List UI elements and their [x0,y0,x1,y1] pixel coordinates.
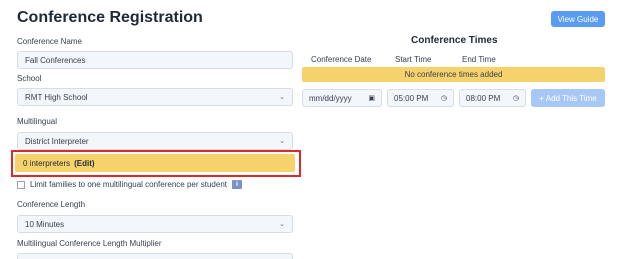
multiplier-label: Multilingual Conference Length Multiplie… [17,239,162,248]
conference-times-title: Conference Times [411,35,498,46]
conference-name-value: Fall Conferences [25,55,86,65]
end-time-input[interactable]: 08:00 PM ◷ [459,89,526,107]
info-icon[interactable]: i [232,180,242,189]
limit-families-row: Limit families to one multilingual confe… [17,180,242,189]
no-times-message: No conference times added [302,67,605,82]
multilingual-select[interactable]: District Interpreter ⌄ [17,132,293,150]
interpreters-edit-link[interactable]: (Edit) [74,159,94,168]
conference-length-value: 10 Minutes [25,219,65,229]
column-header-date: Conference Date [311,55,372,64]
limit-families-checkbox[interactable] [17,180,25,189]
start-time-value: 05:00 PM [394,93,429,103]
end-time-value: 08:00 PM [466,93,501,103]
chevron-down-icon: ⌄ [279,94,285,101]
school-value: RMT High School [25,92,88,102]
conference-length-label: Conference Length [17,200,86,209]
conference-date-value: mm/dd/yyyy [309,93,352,103]
multilingual-value: District Interpreter [25,136,89,146]
conference-name-input[interactable]: Fall Conferences [17,51,293,69]
column-header-start: Start Time [395,55,432,64]
view-guide-button[interactable]: View Guide [551,11,605,27]
limit-families-label: Limit families to one multilingual confe… [30,180,227,189]
chevron-down-icon: ⌄ [279,138,285,145]
school-label: School [17,74,42,83]
chevron-down-icon: ⌄ [279,221,285,228]
clock-icon[interactable]: ◷ [441,94,447,102]
multiplier-input[interactable] [17,253,293,259]
conference-date-input[interactable]: mm/dd/yyyy ▣ [302,89,382,107]
add-time-button[interactable]: + Add This Time [531,89,605,107]
conference-name-label: Conference Name [17,37,82,46]
interpreters-count: 0 interpreters [23,158,71,168]
clock-icon[interactable]: ◷ [513,94,519,102]
calendar-icon[interactable]: ▣ [368,94,375,102]
multilingual-label: Multilingual [17,117,58,126]
interpreters-bar[interactable]: 0 interpreters (Edit) [15,154,295,172]
conference-length-select[interactable]: 10 Minutes ⌄ [17,215,293,233]
column-header-end: End Time [462,55,496,64]
school-select[interactable]: RMT High School ⌄ [17,88,293,106]
page-title: Conference Registration [17,9,203,26]
start-time-input[interactable]: 05:00 PM ◷ [387,89,454,107]
